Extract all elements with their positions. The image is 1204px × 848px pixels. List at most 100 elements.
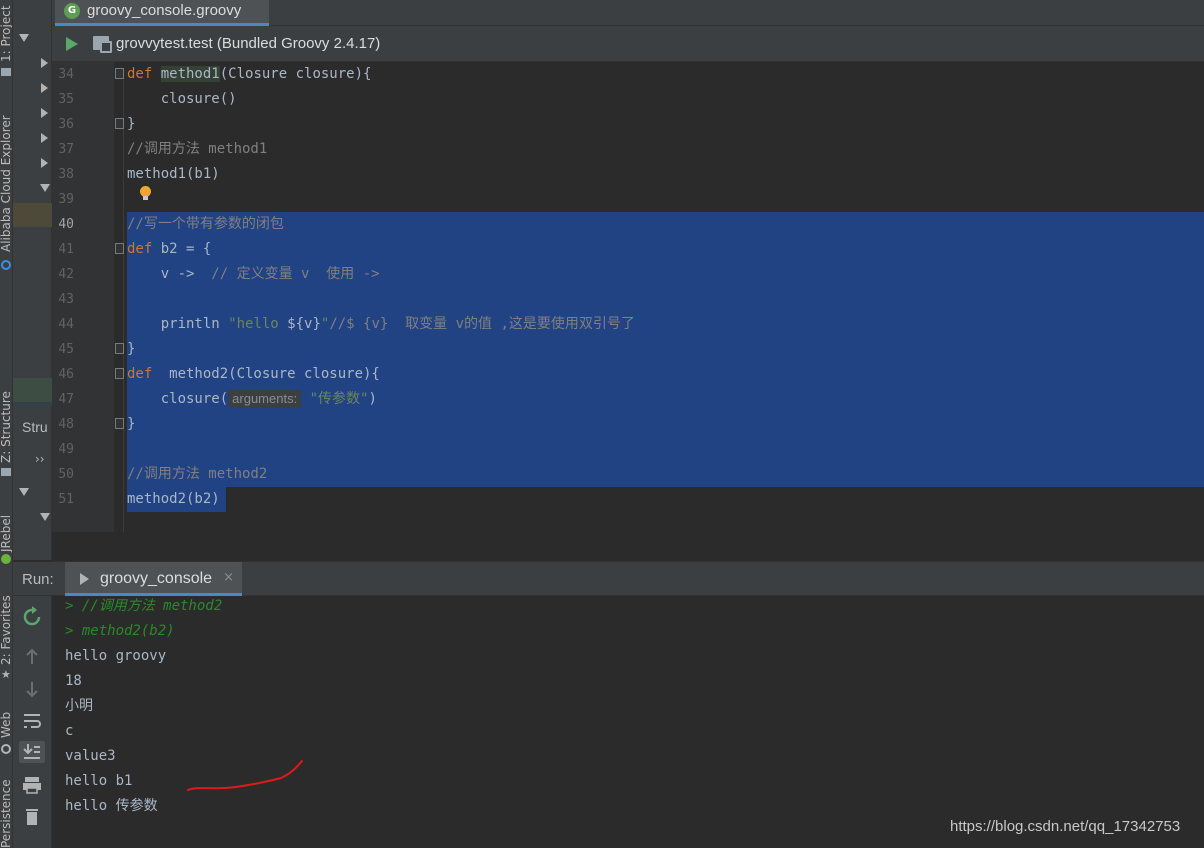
expand-icon[interactable] bbox=[41, 158, 48, 168]
code-line[interactable]: 47 closure(arguments: "传参数") bbox=[52, 387, 1204, 412]
code-line[interactable]: 37 //调用方法 method1 bbox=[52, 137, 1204, 162]
code-text: println "hello ${v}"//$ {v} 取变量 v的值 ,这是要… bbox=[127, 312, 635, 337]
code-line[interactable]: 39 bbox=[52, 187, 1204, 212]
console-output-line: 18 bbox=[65, 673, 82, 689]
play-icon[interactable] bbox=[66, 37, 78, 51]
console-output[interactable]: > //调用方法 method2 > method2(b2) hello groov… bbox=[52, 596, 1204, 848]
scroll-to-end-icon[interactable] bbox=[19, 741, 45, 763]
code-token: ) bbox=[368, 391, 377, 407]
line-number: 34 bbox=[58, 67, 74, 82]
structure-tool-tab[interactable]: Z: Structure bbox=[0, 391, 12, 463]
line-number: 49 bbox=[58, 442, 74, 457]
fold-marker-icon[interactable] bbox=[115, 243, 124, 254]
fold-marker-icon[interactable] bbox=[115, 368, 124, 379]
code-line[interactable]: 45} bbox=[52, 337, 1204, 362]
collapse-icon[interactable] bbox=[40, 184, 50, 192]
web-tool-tab[interactable]: Web bbox=[0, 712, 12, 738]
code-text: method2(b2) bbox=[127, 487, 220, 512]
code-text: //写一个带有参数的闭包 bbox=[127, 212, 284, 237]
persistence-tool-tab[interactable]: Persistence bbox=[0, 779, 12, 848]
code-editor[interactable]: 34 def method1(Closure closure){35 closur… bbox=[52, 62, 1204, 532]
code-token: } bbox=[127, 416, 136, 432]
trash-icon[interactable] bbox=[19, 806, 45, 828]
code-text: //调用方法 method2 bbox=[127, 462, 267, 487]
line-number: 40 bbox=[58, 217, 74, 232]
line-number: 44 bbox=[58, 317, 74, 332]
code-token: } bbox=[127, 116, 136, 132]
fold-marker-icon[interactable] bbox=[115, 343, 124, 354]
code-line[interactable]: 48} bbox=[52, 412, 1204, 437]
expand-panel-icon[interactable]: ›› bbox=[35, 452, 45, 466]
expand-icon[interactable] bbox=[41, 133, 48, 143]
code-line[interactable]: 49 bbox=[52, 437, 1204, 462]
code-token: def bbox=[127, 66, 161, 82]
intention-bulb-icon[interactable] bbox=[139, 186, 151, 200]
code-line[interactable]: 41 def b2 = { bbox=[52, 237, 1204, 262]
fold-marker-icon[interactable] bbox=[115, 118, 124, 129]
selection-highlight bbox=[127, 337, 1204, 362]
run-config-toolbar: grovvytest.test (Bundled Groovy 2.4.17) bbox=[52, 26, 1204, 62]
favorites-tool-tab[interactable]: 2: Favorites bbox=[0, 595, 12, 665]
run-config-selector[interactable]: grovvytest.test (Bundled Groovy 2.4.17) bbox=[116, 35, 380, 52]
cloud-explorer-tool-tab[interactable]: Alibaba Cloud Explorer bbox=[0, 115, 12, 252]
line-number: 38 bbox=[58, 167, 74, 182]
code-token: println bbox=[127, 316, 229, 332]
code-line[interactable]: 36} bbox=[52, 112, 1204, 137]
tool-window-strip: 1: Project Alibaba Cloud Explorer Z: Str… bbox=[0, 0, 13, 848]
line-number: 37 bbox=[58, 142, 74, 157]
run-tab-label: groovy_console bbox=[100, 570, 213, 587]
fold-marker-icon[interactable] bbox=[115, 418, 124, 429]
code-line[interactable]: 46 def method2(Closure closure){ bbox=[52, 362, 1204, 387]
project-tool-tab[interactable]: 1: Project bbox=[0, 5, 12, 62]
arrow-down-icon[interactable] bbox=[19, 678, 45, 700]
expand-icon[interactable] bbox=[41, 58, 48, 68]
console-echo-line: > //调用方法 method2 bbox=[65, 598, 223, 614]
expand-icon[interactable] bbox=[41, 83, 48, 93]
code-line[interactable]: 34 def method1(Closure closure){ bbox=[52, 62, 1204, 87]
rerun-icon[interactable] bbox=[19, 606, 45, 628]
jrebel-tool-tab[interactable]: JRebel bbox=[0, 515, 12, 552]
code-text: closure(arguments: "传参数") bbox=[127, 387, 377, 412]
line-number: 41 bbox=[58, 242, 74, 257]
code-token: "传参数" bbox=[301, 391, 369, 407]
collapse-icon[interactable] bbox=[19, 34, 29, 42]
code-token: ${v} bbox=[287, 316, 321, 332]
scroll-down-icon[interactable] bbox=[40, 513, 50, 521]
code-text: } bbox=[127, 337, 135, 362]
editor-tab-bar: G groovy_console.groovy bbox=[13, 0, 1204, 26]
fold-marker-icon[interactable] bbox=[115, 68, 124, 79]
soft-wrap-icon[interactable] bbox=[19, 710, 45, 732]
arrow-up-icon[interactable] bbox=[19, 646, 45, 668]
collapse-icon[interactable] bbox=[19, 488, 29, 496]
code-text: //调用方法 method1 bbox=[127, 137, 267, 162]
expand-icon[interactable] bbox=[41, 108, 48, 118]
selection-highlight bbox=[127, 462, 1204, 487]
line-number: 51 bbox=[58, 492, 74, 507]
code-token: (Closure closure){ bbox=[219, 66, 372, 82]
code-line[interactable]: 40 //写一个带有参数的闭包 bbox=[52, 212, 1204, 237]
code-line[interactable]: 50 //调用方法 method2 bbox=[52, 462, 1204, 487]
structure-icon bbox=[1, 468, 11, 476]
selection-highlight bbox=[127, 237, 1204, 262]
print-icon[interactable] bbox=[19, 774, 45, 796]
code-token: method1(b1) bbox=[127, 166, 220, 182]
code-token: // 定义变量 v 使用 -> bbox=[202, 266, 380, 282]
close-icon[interactable]: × bbox=[223, 570, 234, 585]
code-token: //$ {v} 取变量 v的值 ,这是要使用双引号了 bbox=[329, 316, 635, 332]
tab-groovy-console[interactable]: G groovy_console.groovy bbox=[55, 0, 270, 26]
globe-icon bbox=[1, 744, 11, 754]
code-line[interactable]: 42 v -> // 定义变量 v 使用 -> bbox=[52, 262, 1204, 287]
console-output-line: value3 bbox=[65, 748, 116, 764]
code-line[interactable]: 51 method2(b2) bbox=[52, 487, 1204, 512]
selection-highlight bbox=[127, 412, 1204, 437]
code-line[interactable]: 38 method1(b1) bbox=[52, 162, 1204, 187]
code-line[interactable]: 35 closure() bbox=[52, 87, 1204, 112]
cloud-icon bbox=[1, 260, 11, 270]
code-line[interactable]: 44 println "hello ${v}"//$ {v} 取变量 v的值 ,… bbox=[52, 312, 1204, 337]
run-tab-groovy-console[interactable]: groovy_console × bbox=[65, 562, 243, 596]
line-number: 42 bbox=[58, 267, 74, 282]
code-line[interactable]: 43 bbox=[52, 287, 1204, 312]
code-token: method2(Closure closure){ bbox=[160, 366, 380, 382]
tab-label: groovy_console.groovy bbox=[87, 2, 242, 19]
code-token: def bbox=[127, 366, 161, 382]
